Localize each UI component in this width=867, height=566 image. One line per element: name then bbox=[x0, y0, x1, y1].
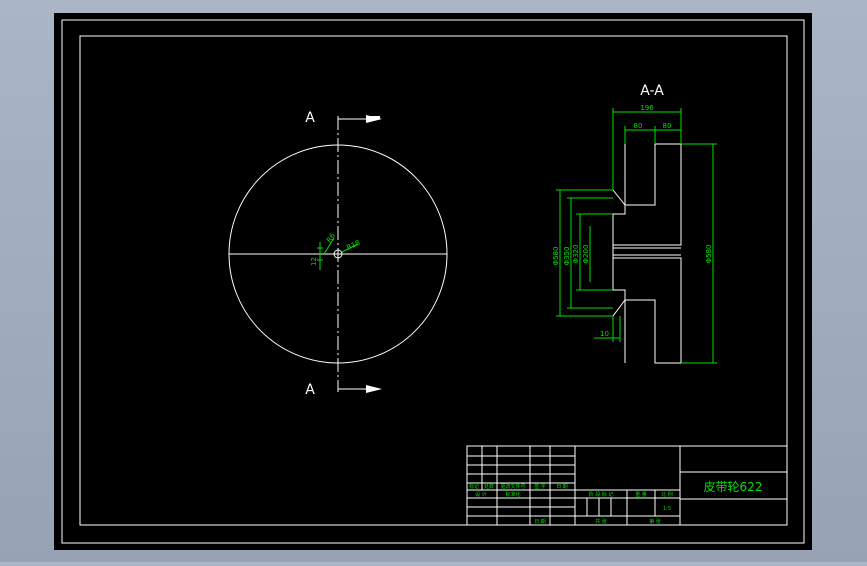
tb-label-std: 标准化 bbox=[505, 491, 520, 498]
section-title: A-A bbox=[640, 83, 664, 99]
cut-label-bottom: A bbox=[305, 382, 315, 398]
tb-label-stage: 阶 段 标 记 bbox=[589, 491, 614, 498]
tb-label-mark: 标记 bbox=[469, 483, 479, 490]
dim-right-dia: Φ580 bbox=[705, 245, 713, 264]
tb-label-date2: 日 期 bbox=[534, 519, 546, 525]
tb-label-sign: 签 字 bbox=[534, 483, 546, 490]
dim-hub-mid-dia: Φ320 bbox=[572, 245, 580, 264]
dim-keyway-depth: 12 bbox=[310, 257, 318, 266]
drawing-name: 皮带轮622 bbox=[704, 480, 763, 494]
paper bbox=[54, 13, 812, 550]
cut-label-top: A bbox=[305, 110, 315, 126]
tb-label-count: 处数 bbox=[484, 483, 494, 490]
dim-groove-depth: 10 bbox=[600, 330, 609, 338]
tb-label-weight: 重 量 bbox=[635, 491, 647, 498]
tb-label-design: 设 计 bbox=[475, 491, 487, 498]
dim-hub-width: 80 bbox=[634, 122, 643, 130]
dim-hub-outer-dia: Φ350 bbox=[563, 247, 571, 266]
tb-label-change: 更改文件号 bbox=[500, 483, 525, 490]
tb-label-scale: 比 例 bbox=[661, 491, 673, 498]
tb-label-date: 日 期 bbox=[556, 484, 568, 490]
dim-rim-width: 80 bbox=[663, 122, 672, 130]
dim-overall-width: 196 bbox=[640, 104, 654, 112]
drawing-canvas: A A R6 12 R18 A-A 196 80 80 Φ580 Φ350 Φ3… bbox=[54, 13, 812, 550]
tb-label-sheet: 第 张 bbox=[649, 518, 661, 525]
dim-bore-dia: Φ200 bbox=[582, 245, 590, 264]
tb-scale-value: 1:5 bbox=[663, 506, 671, 512]
cad-sheet: A A R6 12 R18 A-A 196 80 80 Φ580 Φ350 Φ3… bbox=[0, 0, 867, 562]
tb-label-sheets: 共 张 bbox=[595, 518, 607, 525]
dim-outer-dia: Φ580 bbox=[552, 247, 560, 266]
